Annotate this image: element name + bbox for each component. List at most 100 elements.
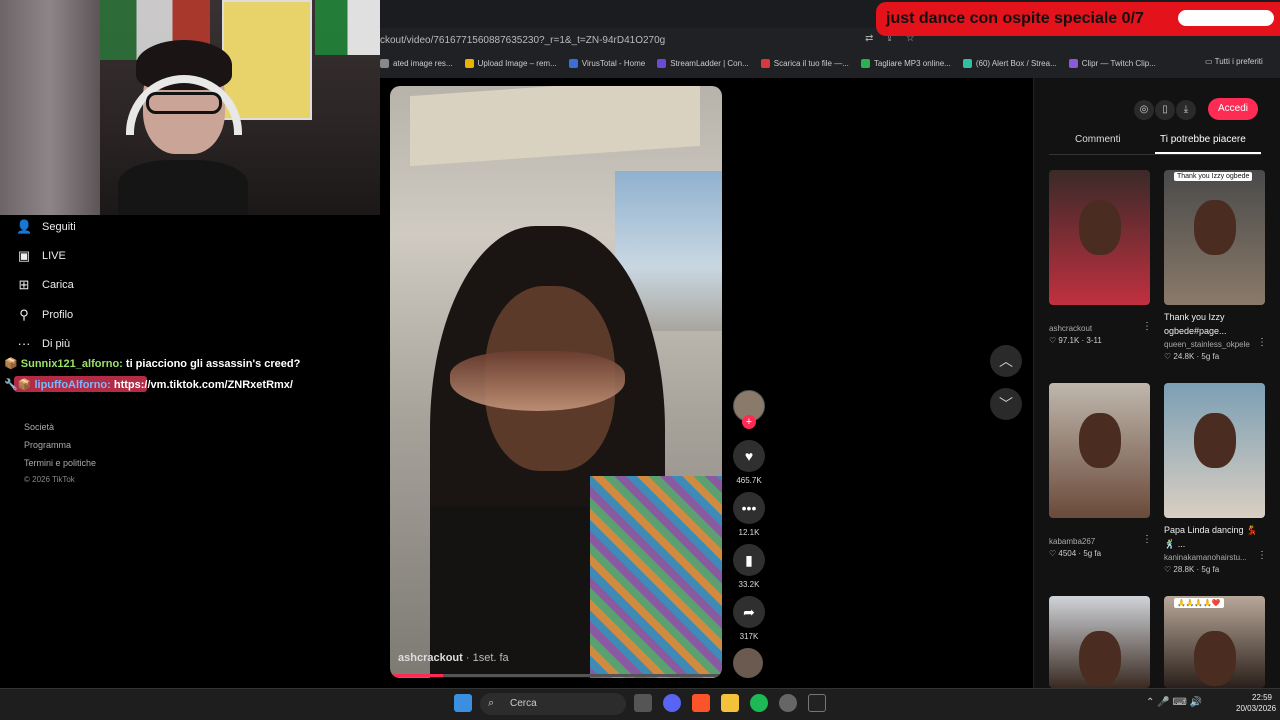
translate-icon[interactable]: ⇄ — [865, 33, 873, 44]
more-options-icon[interactable]: ⋮ — [1257, 337, 1267, 348]
bookmark-favicon-icon — [464, 58, 474, 68]
video-progress[interactable] — [390, 674, 722, 677]
bookmark-item[interactable]: Upload Image – rem... — [464, 58, 557, 68]
tab-suggested[interactable]: Ti potrebbe piacere — [1160, 134, 1246, 145]
bookmark-label: StreamLadder | Con... — [670, 58, 749, 68]
thumbnail-overlay-text: 🙏🙏🙏🙏❤️ — [1174, 598, 1224, 608]
sidebar-item-more[interactable]: ··· Di più — [16, 336, 71, 351]
coins-icon[interactable]: ◎ — [1134, 100, 1154, 120]
video-player[interactable]: ashcrackout · 1set. fa — [390, 86, 722, 678]
epic-games-icon[interactable] — [808, 694, 826, 712]
video-author[interactable]: ashcrackout — [398, 652, 463, 664]
suggested-video-thumbnail[interactable]: Thank you Izzy ogbede — [1164, 170, 1265, 305]
file-explorer-icon[interactable] — [721, 694, 739, 712]
bookmark-label: Upload Image – rem... — [477, 58, 557, 68]
thumbnail-author[interactable]: kaninakamanohairstu... — [1164, 553, 1265, 562]
next-video-button[interactable]: ﹀ — [990, 388, 1022, 420]
tray-icons[interactable]: ⌃ 🎤 ⌨ 🔊 — [1146, 697, 1202, 708]
banner-text: just dance con ospite speciale 0/7 — [886, 10, 1144, 27]
bookmark-icon[interactable]: ▮ — [733, 544, 765, 576]
download-icon[interactable]: ⤓ — [1176, 100, 1196, 120]
copyright: © 2026 TikTok — [24, 475, 75, 484]
thumbnail-overlay-text: Thank you Izzy ogbede — [1174, 172, 1253, 181]
footer-link-company[interactable]: Società — [24, 422, 54, 432]
heart-icon: ♡ — [1164, 565, 1174, 574]
sidebar-item-following[interactable]: 👤 Seguiti — [16, 219, 76, 235]
heart-icon: ♡ — [1049, 336, 1059, 345]
thumbnail-caption[interactable]: Papa Linda dancing 💃 🕺 ... — [1164, 523, 1265, 551]
thumbnail-author[interactable]: ashcrackout — [1049, 324, 1150, 333]
taskbar-search[interactable]: Cerca — [480, 693, 626, 715]
bookmark-item[interactable]: Scarica il tuo file —... — [760, 58, 849, 68]
previous-video-button[interactable]: ︿ — [990, 345, 1022, 377]
phone-icon[interactable]: ▯ — [1155, 100, 1175, 120]
bookmark-favicon-icon — [657, 58, 667, 68]
video-caption: ashcrackout · 1set. fa — [398, 652, 509, 664]
heart-icon: ♡ — [1164, 352, 1174, 361]
curtain — [0, 0, 100, 215]
bookmark-label: Tagliare MP3 online... — [873, 58, 951, 68]
comment-action[interactable]: ••• 12.1K — [733, 492, 765, 537]
bookmarks-bar: ated image res... Upload Image – rem... Vi… — [380, 53, 1280, 73]
footer-link-terms[interactable]: Termini e politiche — [24, 458, 96, 468]
bookmark-item[interactable]: VirusTotal - Home — [568, 58, 646, 68]
sidebar-item-profile[interactable]: ⚲ Profilo — [16, 307, 73, 323]
thumbnail-author[interactable]: kabamba267 — [1049, 537, 1150, 546]
following-icon: 👤 — [16, 219, 33, 234]
webcam-feed — [0, 0, 380, 215]
suggested-video-thumbnail[interactable] — [1049, 596, 1150, 688]
discord-icon[interactable] — [663, 694, 681, 712]
goal-progress-pill — [1178, 10, 1274, 26]
thumbnail-caption[interactable]: Thank you Izzy ogbede#page... — [1164, 310, 1265, 338]
task-view-icon[interactable] — [634, 694, 652, 712]
bookmark-label: Clipr — Twitch Clip... — [1081, 58, 1156, 68]
bookmark-item[interactable]: (60) Alert Box / Strea... — [962, 58, 1057, 68]
obs-icon[interactable] — [779, 694, 797, 712]
suggested-video-thumbnail[interactable] — [1049, 170, 1150, 305]
more-options-icon[interactable]: ⋮ — [1257, 550, 1267, 561]
thumbnail-stats: ♡ 24.8K · 5g fa — [1164, 352, 1220, 361]
share-arrow-icon[interactable]: ➦ — [733, 596, 765, 628]
bookmark-favicon-icon — [1068, 58, 1078, 68]
bookmark-item[interactable]: Clipr — Twitch Clip... — [1068, 58, 1156, 68]
more-options-icon[interactable]: ⋮ — [1142, 321, 1152, 332]
bookmark-favicon-icon — [760, 58, 770, 68]
follow-button[interactable]: + — [742, 415, 756, 429]
more-options-icon[interactable]: ⋮ — [1142, 534, 1152, 545]
sidebar-item-live[interactable]: ▣ LIVE — [16, 248, 66, 264]
thumbnail-author[interactable]: queen_stainless_okpele — [1164, 340, 1265, 349]
thumbnail-stats: ♡ 97.1K · 3-11 — [1049, 336, 1102, 345]
suggested-video-thumbnail[interactable]: 🙏🙏🙏🙏❤️ — [1164, 596, 1265, 688]
video-date: · 1set. fa — [465, 652, 509, 664]
more-icon: ··· — [17, 336, 31, 351]
suggested-video-thumbnail[interactable] — [1049, 383, 1150, 518]
bookmark-favicon-icon — [962, 58, 972, 68]
all-bookmarks[interactable]: ▭ Tutti i preferiti — [1205, 57, 1263, 66]
like-action[interactable]: ♥ 465.7K — [733, 440, 765, 485]
bookmark-item[interactable]: ated image res... — [380, 58, 453, 68]
thumbnail-stats: ♡ 4504 · 5g fa — [1049, 549, 1102, 558]
search-icon: ⌕ — [488, 697, 495, 709]
comment-icon[interactable]: ••• — [733, 492, 765, 524]
share-action[interactable]: ➦ 317K — [733, 596, 765, 641]
sidebar-item-upload[interactable]: ⊞ Carica — [16, 277, 74, 293]
clock-time[interactable]: 22:59 — [1236, 693, 1272, 702]
tab-comments[interactable]: Commenti — [1075, 134, 1121, 145]
bookmark-item[interactable]: Tagliare MP3 online... — [860, 58, 951, 68]
active-tab-indicator — [1155, 152, 1261, 154]
brave-icon[interactable] — [692, 694, 710, 712]
music-disc[interactable] — [733, 648, 763, 678]
bookmark-favicon-icon — [380, 58, 389, 68]
footer-link-program[interactable]: Programma — [24, 440, 71, 450]
login-button[interactable]: Accedi — [1208, 98, 1258, 120]
tab-divider — [1049, 154, 1261, 155]
start-icon[interactable] — [454, 694, 472, 712]
suggested-video-thumbnail[interactable] — [1164, 383, 1265, 518]
bookmark-favicon-icon — [860, 58, 870, 68]
clock-date[interactable]: 20/03/2026 — [1236, 704, 1276, 713]
spotify-icon[interactable] — [750, 694, 768, 712]
heart-icon[interactable]: ♥ — [733, 440, 765, 472]
save-action[interactable]: ▮ 33.2K — [733, 544, 765, 589]
bookmark-item[interactable]: StreamLadder | Con... — [657, 58, 749, 68]
bookmark-label: VirusTotal - Home — [581, 58, 646, 68]
